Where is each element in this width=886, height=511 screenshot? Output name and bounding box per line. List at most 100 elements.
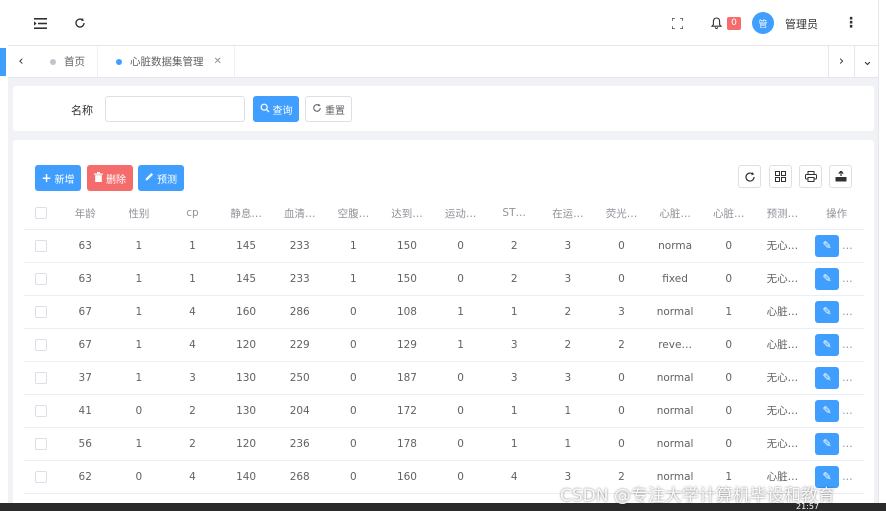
table-cell: 0 bbox=[326, 328, 381, 362]
query-button[interactable]: 查询 bbox=[253, 96, 299, 122]
print-icon[interactable] bbox=[799, 165, 822, 188]
table-row[interactable]: 63 1 1 145 233 1 150 0 2 3 0 fixed 0 无心… ✎… bbox=[24, 262, 864, 296]
more-actions-icon[interactable]: … bbox=[842, 405, 853, 417]
more-actions-icon[interactable]: … bbox=[842, 273, 853, 285]
avatar[interactable]: 管 bbox=[752, 12, 774, 34]
row-checkbox[interactable] bbox=[35, 371, 48, 384]
edit-pencil-icon[interactable]: ✎ bbox=[815, 300, 840, 323]
table-row[interactable]: 67 1 4 160 286 0 108 1 1 2 3 normal 1 心脏… ✎… bbox=[24, 295, 864, 329]
table-cell: 233 bbox=[272, 262, 327, 296]
export-icon[interactable] bbox=[829, 165, 852, 188]
column-header[interactable]: 性别 bbox=[112, 198, 166, 230]
refresh-table-icon[interactable] bbox=[738, 165, 761, 188]
heart-data-table: 年龄 性别 cp 静息… 血清… 空腹… 达到… 运动… ST… 在运… 荧光… 心脏… 心脏… 预测… 操… bbox=[24, 198, 864, 494]
table-cell: 1 bbox=[112, 262, 166, 296]
table-cell: 1 bbox=[487, 394, 542, 428]
edit-pencil-icon[interactable]: ✎ bbox=[815, 333, 840, 356]
row-checkbox[interactable] bbox=[35, 338, 48, 351]
reset-button[interactable]: 重置 bbox=[305, 96, 352, 122]
table-cell: 2 bbox=[487, 262, 542, 296]
table-cell: 67 bbox=[58, 328, 113, 362]
column-header[interactable]: 达到… bbox=[380, 198, 434, 230]
table-cell: 0 bbox=[326, 460, 381, 494]
row-checkbox[interactable] bbox=[35, 404, 48, 417]
name-search-input[interactable] bbox=[105, 96, 245, 122]
column-header[interactable]: 心脏… bbox=[648, 198, 702, 230]
column-header[interactable]: 在运… bbox=[541, 198, 595, 230]
table-row[interactable]: 37 1 3 130 250 0 187 0 3 3 0 normal 0 无心… ✎… bbox=[24, 361, 864, 395]
search-panel: 名称 查询 重置 bbox=[13, 86, 874, 131]
table-cell: 1 bbox=[112, 361, 166, 395]
hamburger-icon[interactable] bbox=[30, 13, 50, 33]
column-header[interactable]: 运动… bbox=[433, 198, 488, 230]
row-checkbox[interactable] bbox=[35, 437, 48, 450]
edit-pencil-icon[interactable]: ✎ bbox=[815, 432, 840, 455]
chevron-left-icon[interactable]: ‹ bbox=[8, 46, 34, 77]
edit-pencil-icon[interactable]: ✎ bbox=[815, 234, 840, 257]
table-cell: 无心… bbox=[755, 427, 810, 461]
table-row[interactable]: 63 1 1 145 233 1 150 0 2 3 0 norma 0 无心… ✎… bbox=[24, 229, 864, 263]
column-header[interactable]: 预测… bbox=[755, 198, 810, 230]
row-checkbox[interactable] bbox=[35, 239, 48, 252]
table-row[interactable]: 41 0 2 130 204 0 172 0 1 1 0 normal 0 无心… ✎… bbox=[24, 394, 864, 428]
username[interactable]: 管理员 bbox=[785, 16, 818, 32]
row-checkbox[interactable] bbox=[35, 470, 48, 483]
more-actions-icon[interactable]: … bbox=[842, 471, 853, 483]
table-row[interactable]: 67 1 4 120 229 0 129 1 3 2 2 reve… 0 心脏… ✎… bbox=[24, 328, 864, 362]
table-row[interactable]: 56 1 2 120 236 0 178 0 1 1 0 normal 0 无心… ✎… bbox=[24, 427, 864, 461]
tab-dot bbox=[50, 58, 56, 65]
table-cell: 63 bbox=[58, 229, 113, 263]
bell-icon[interactable] bbox=[707, 14, 725, 32]
table-cell: 178 bbox=[380, 427, 434, 461]
chevron-right-icon[interactable]: › bbox=[828, 46, 854, 77]
row-checkbox-cell bbox=[24, 229, 59, 263]
table-cell: 130 bbox=[219, 394, 273, 428]
chevron-down-icon[interactable]: ⌄ bbox=[854, 46, 880, 77]
predict-button[interactable]: 预测 bbox=[138, 165, 184, 191]
row-actions-cell: ✎… bbox=[809, 229, 864, 263]
column-header[interactable]: 荧光… bbox=[594, 198, 649, 230]
edit-pencil-icon[interactable]: ✎ bbox=[815, 267, 840, 290]
more-actions-icon[interactable]: … bbox=[842, 240, 853, 252]
add-button[interactable]: + 新增 bbox=[35, 165, 81, 191]
table-cell: 108 bbox=[380, 295, 434, 329]
column-header[interactable]: ST… bbox=[487, 198, 542, 230]
row-checkbox[interactable] bbox=[35, 272, 48, 285]
column-header[interactable]: 心脏… bbox=[701, 198, 756, 230]
column-header[interactable]: 血清… bbox=[272, 198, 327, 230]
columns-icon[interactable] bbox=[769, 165, 792, 188]
tab-heart-dataset[interactable]: 心脏数据集管理 ✕ bbox=[104, 46, 235, 77]
more-actions-icon[interactable]: … bbox=[842, 438, 853, 450]
tab-home[interactable]: 首页 bbox=[38, 46, 98, 77]
row-checkbox[interactable] bbox=[35, 305, 48, 318]
more-actions-icon[interactable]: … bbox=[842, 306, 853, 318]
pencil-icon bbox=[145, 172, 154, 184]
table-cell: 250 bbox=[272, 361, 327, 395]
csdn-watermark: CSDN @专注大学计算机毕设和教育 bbox=[560, 486, 835, 506]
row-checkbox-cell bbox=[24, 328, 59, 362]
row-checkbox-cell bbox=[24, 394, 59, 428]
more-actions-icon[interactable]: … bbox=[842, 372, 853, 384]
fullscreen-icon[interactable] bbox=[667, 13, 687, 33]
table-cell: 145 bbox=[219, 262, 273, 296]
edit-pencil-icon[interactable]: ✎ bbox=[815, 399, 840, 422]
more-actions-icon[interactable]: … bbox=[842, 339, 853, 351]
table-cell: 140 bbox=[219, 460, 273, 494]
column-header[interactable]: 空腹… bbox=[326, 198, 381, 230]
column-header[interactable]: cp bbox=[165, 198, 220, 230]
table-cell: 4 bbox=[487, 460, 542, 494]
column-header[interactable]: 年龄 bbox=[58, 198, 113, 230]
table-cell: 3 bbox=[541, 361, 595, 395]
column-header[interactable]: 静息… bbox=[219, 198, 273, 230]
column-header[interactable]: 操作 bbox=[809, 198, 864, 230]
refresh-icon[interactable] bbox=[70, 13, 90, 33]
table-cell: 129 bbox=[380, 328, 434, 362]
edit-pencil-icon[interactable]: ✎ bbox=[815, 366, 840, 389]
table-cell: 3 bbox=[541, 262, 595, 296]
close-icon[interactable]: ✕ bbox=[214, 56, 222, 67]
left-edge bbox=[0, 0, 8, 511]
table-cell: 130 bbox=[219, 361, 273, 395]
delete-button[interactable]: 删除 bbox=[87, 165, 133, 191]
select-all-checkbox[interactable] bbox=[35, 207, 48, 220]
vertical-dots-icon[interactable]: ⋮ bbox=[842, 13, 860, 33]
